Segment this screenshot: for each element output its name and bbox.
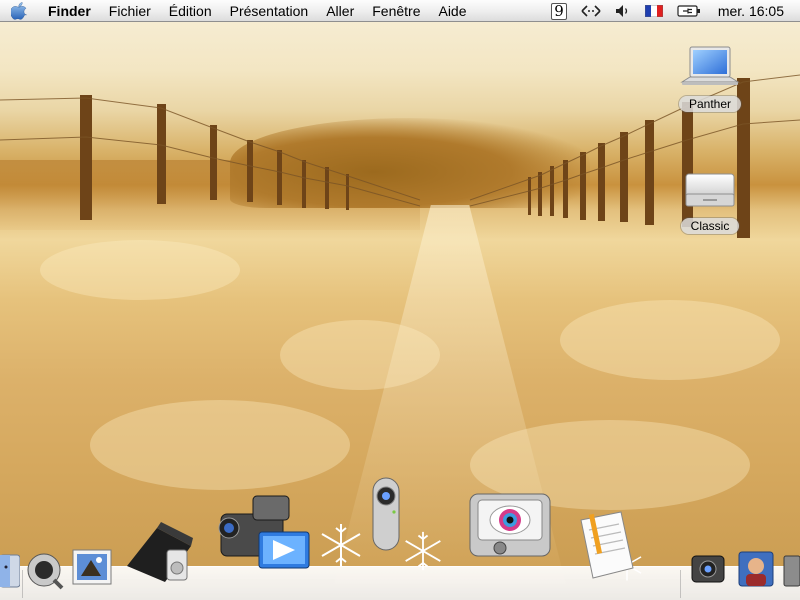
ichat-icon xyxy=(738,551,774,587)
textedit-icon xyxy=(580,511,634,579)
menu-fichier[interactable]: Fichier xyxy=(100,0,160,22)
dock-item-image-capture[interactable] xyxy=(462,484,558,566)
snowflake-icon xyxy=(321,524,361,566)
volume-icon[interactable] xyxy=(615,0,631,22)
dock-item-trash[interactable] xyxy=(782,548,800,588)
menu-edition[interactable]: Édition xyxy=(160,0,221,22)
dock-item-garageband[interactable] xyxy=(120,512,200,588)
menu-clock[interactable]: mer. 16:05 xyxy=(718,3,784,19)
desktop-icon-label: Panther xyxy=(678,96,742,112)
battery-icon[interactable] xyxy=(677,0,701,22)
dock-item-chrome-app[interactable] xyxy=(22,546,66,590)
menu-presentation[interactable]: Présentation xyxy=(221,0,318,22)
mail-icon xyxy=(72,549,112,585)
finder-icon xyxy=(0,554,20,588)
dock-item-photo-booth[interactable] xyxy=(688,548,728,588)
menu-fenetre[interactable]: Fenêtre xyxy=(363,0,429,22)
menu-bar: Finder Fichier Édition Présentation Alle… xyxy=(0,0,800,22)
photo-booth-icon xyxy=(691,555,725,583)
mac-mini-icon xyxy=(685,173,735,207)
dock-item-isight[interactable] xyxy=(360,474,412,558)
trash-icon xyxy=(783,555,800,587)
apple-menu-icon[interactable] xyxy=(0,0,38,22)
quicktime-icon xyxy=(27,553,64,590)
menu-aller[interactable]: Aller xyxy=(317,0,363,22)
camcorder-icon xyxy=(218,495,310,569)
laptop-icon xyxy=(680,46,740,85)
network-arrows-icon[interactable] xyxy=(581,0,601,22)
dock-item-finder[interactable] xyxy=(0,549,20,589)
dock-separator xyxy=(680,570,681,598)
garageband-icon xyxy=(127,522,193,582)
desktop-icon-panther[interactable]: Panther xyxy=(670,44,750,112)
image-capture-icon xyxy=(469,493,551,557)
dock-item-ichat[interactable] xyxy=(736,548,776,588)
script-menu-label: 9 xyxy=(551,2,567,20)
isight-camera-icon xyxy=(372,477,400,551)
menu-finder[interactable]: Finder xyxy=(38,0,100,22)
dock-item-imovie[interactable] xyxy=(206,484,316,588)
menu-aide[interactable]: Aide xyxy=(429,0,475,22)
french-flag-icon[interactable] xyxy=(644,0,663,22)
desktop-icon-label: Classic xyxy=(680,218,740,234)
script-menu-icon[interactable]: 9 xyxy=(551,0,567,22)
dock-item-mail[interactable] xyxy=(70,542,114,588)
dock-item-textedit[interactable] xyxy=(574,508,638,582)
desktop-icon-classic[interactable]: Classic xyxy=(670,166,750,234)
